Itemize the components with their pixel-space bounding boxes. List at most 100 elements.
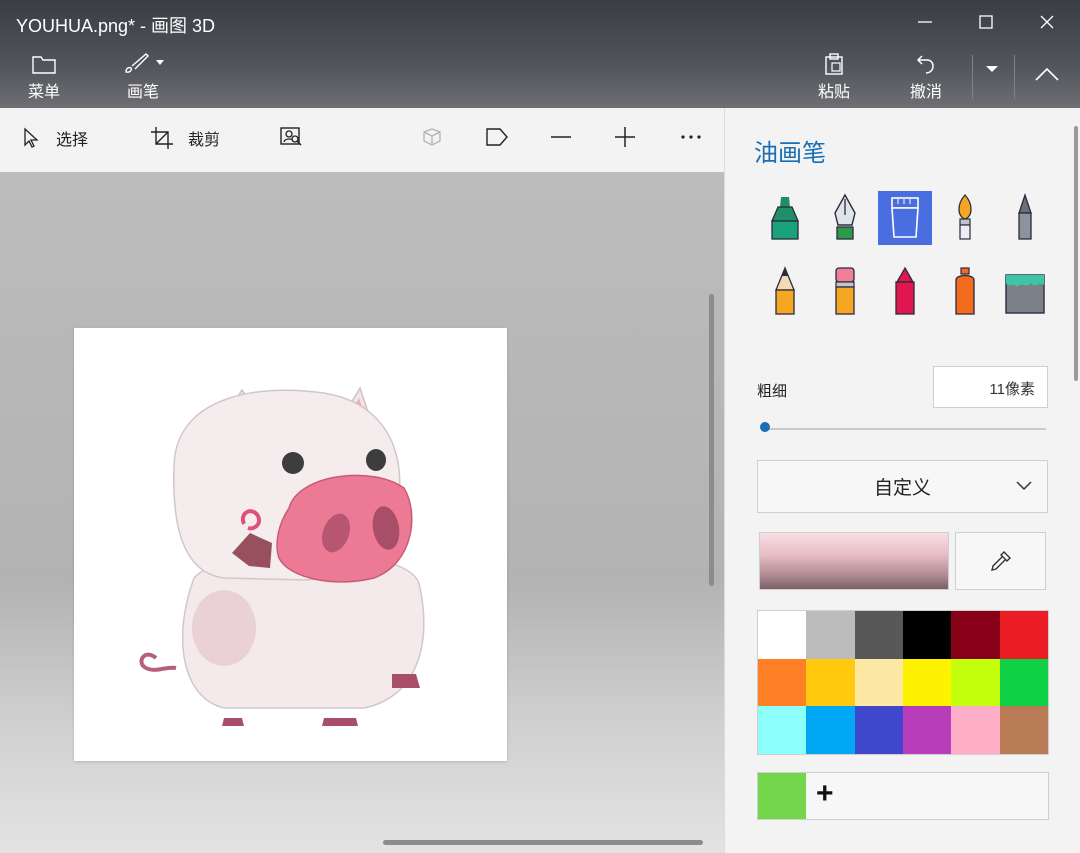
undo-icon xyxy=(915,50,937,78)
collapse-ribbon-button[interactable] xyxy=(1034,66,1060,82)
undo-label: 撤消 xyxy=(910,84,943,101)
ribbon-divider xyxy=(972,55,973,99)
maximize-icon xyxy=(979,15,993,29)
ribbon-divider xyxy=(1014,55,1015,99)
maximize-button[interactable] xyxy=(955,0,1017,44)
zoom-out-icon xyxy=(551,136,571,138)
palette-swatch[interactable] xyxy=(902,706,952,754)
zoom-in-icon xyxy=(615,127,635,147)
brush-spray[interactable] xyxy=(938,265,992,319)
horizontal-scrollbar[interactable] xyxy=(383,840,703,845)
window-title: YOUHUA.png* - 画图 3D xyxy=(16,16,216,36)
brush-calligraphy[interactable] xyxy=(818,191,872,245)
palette-swatch[interactable] xyxy=(806,611,855,659)
eraser-icon xyxy=(835,267,855,315)
palette-swatch[interactable] xyxy=(758,706,807,754)
watercolor-icon xyxy=(958,194,972,240)
folder-icon xyxy=(31,50,57,78)
zoom-in-button[interactable] xyxy=(614,126,650,148)
more-options-button[interactable] xyxy=(679,126,717,148)
custom-color-swatch[interactable] xyxy=(758,773,806,819)
custom-color-row: + xyxy=(757,772,1049,820)
drawing-canvas[interactable] xyxy=(74,328,507,761)
palette-swatch[interactable] xyxy=(951,658,1000,707)
palette-swatch[interactable] xyxy=(951,706,1000,754)
color-mode-value: 自定义 xyxy=(873,478,931,499)
pixel-pen-icon xyxy=(1018,193,1032,240)
calligraphy-pen-icon xyxy=(834,193,856,240)
select-tool-button[interactable]: 选择 xyxy=(22,126,88,150)
palette-swatch[interactable] xyxy=(951,611,1000,659)
caret-down-icon xyxy=(986,66,998,72)
menu-button[interactable]: 菜单 xyxy=(28,50,60,102)
palette-swatch[interactable] xyxy=(854,706,903,754)
palette-swatch[interactable] xyxy=(999,658,1048,707)
palette-swatch[interactable] xyxy=(902,611,952,659)
more-undo-dropdown[interactable] xyxy=(982,62,1002,76)
palette-swatch[interactable] xyxy=(854,658,903,707)
flag-icon xyxy=(486,128,508,146)
tool-options-bar: 选择 裁剪 xyxy=(0,108,724,172)
minimize-icon xyxy=(918,21,932,23)
chevron-up-icon xyxy=(1035,67,1059,81)
chevron-down-icon xyxy=(1016,481,1032,491)
magic-select-icon xyxy=(280,127,302,146)
menu-label: 菜单 xyxy=(28,84,61,101)
title-bar: YOUHUA.png* - 画图 3D 菜单 画笔 粘贴 撤消 xyxy=(0,0,1080,108)
crop-icon xyxy=(151,127,173,149)
thickness-slider[interactable] xyxy=(761,428,1046,430)
3d-view-icon xyxy=(423,128,441,146)
brush-fill[interactable] xyxy=(998,265,1052,319)
paste-icon xyxy=(822,50,846,78)
thickness-slider-thumb[interactable] xyxy=(760,422,770,432)
brush-icon xyxy=(120,50,166,78)
eyedropper-icon xyxy=(990,551,1011,571)
crop-tool-button[interactable]: 裁剪 xyxy=(150,126,220,150)
brush-oil[interactable] xyxy=(878,191,932,245)
zoom-out-button[interactable] xyxy=(550,126,586,148)
current-color-preview xyxy=(759,532,949,590)
vertical-scrollbar[interactable] xyxy=(709,294,714,586)
brush-pencil[interactable] xyxy=(758,265,812,319)
paste-button[interactable]: 粘贴 xyxy=(818,50,850,102)
select-label: 选择 xyxy=(56,132,89,149)
magic-select-button[interactable] xyxy=(279,126,317,148)
crop-label: 裁剪 xyxy=(188,132,221,149)
color-mode-dropdown[interactable]: 自定义 xyxy=(757,460,1048,513)
crayon-icon xyxy=(895,266,915,315)
panel-title: 油画笔 xyxy=(754,140,826,167)
thickness-input[interactable]: 11像素 xyxy=(933,366,1048,408)
palette-swatch[interactable] xyxy=(758,658,807,707)
palette-swatch[interactable] xyxy=(999,611,1048,659)
brush-crayon[interactable] xyxy=(878,265,932,319)
brush-pixel-pen[interactable] xyxy=(998,191,1052,245)
flag-button[interactable] xyxy=(484,126,524,148)
marker-icon xyxy=(771,197,799,240)
pig-artwork xyxy=(139,386,425,726)
palette-swatch[interactable] xyxy=(806,658,855,707)
add-color-button[interactable]: + xyxy=(816,777,834,811)
brush-tab-button[interactable]: 画笔 xyxy=(120,50,166,102)
close-button[interactable] xyxy=(1016,0,1078,44)
palette-swatch[interactable] xyxy=(758,611,807,659)
thickness-label: 粗细 xyxy=(757,383,788,400)
color-palette xyxy=(757,610,1049,755)
panel-scrollbar[interactable] xyxy=(1074,126,1078,381)
oil-brush-icon xyxy=(891,197,919,238)
eyedropper-button[interactable] xyxy=(955,532,1046,590)
brush-label: 画笔 xyxy=(126,84,159,101)
brush-marker[interactable] xyxy=(758,191,812,245)
palette-swatch[interactable] xyxy=(806,706,855,754)
brush-watercolor[interactable] xyxy=(938,191,992,245)
palette-swatch[interactable] xyxy=(854,611,903,659)
3d-view-button[interactable] xyxy=(420,126,458,148)
palette-swatch[interactable] xyxy=(902,658,952,707)
spray-can-icon xyxy=(955,267,975,315)
minimize-button[interactable] xyxy=(894,0,956,44)
brush-eraser[interactable] xyxy=(818,265,872,319)
palette-swatch[interactable] xyxy=(999,706,1048,754)
cursor-icon xyxy=(24,127,39,148)
paste-label: 粘贴 xyxy=(818,84,851,101)
pencil-icon xyxy=(775,266,795,315)
undo-button[interactable]: 撤消 xyxy=(910,50,942,102)
